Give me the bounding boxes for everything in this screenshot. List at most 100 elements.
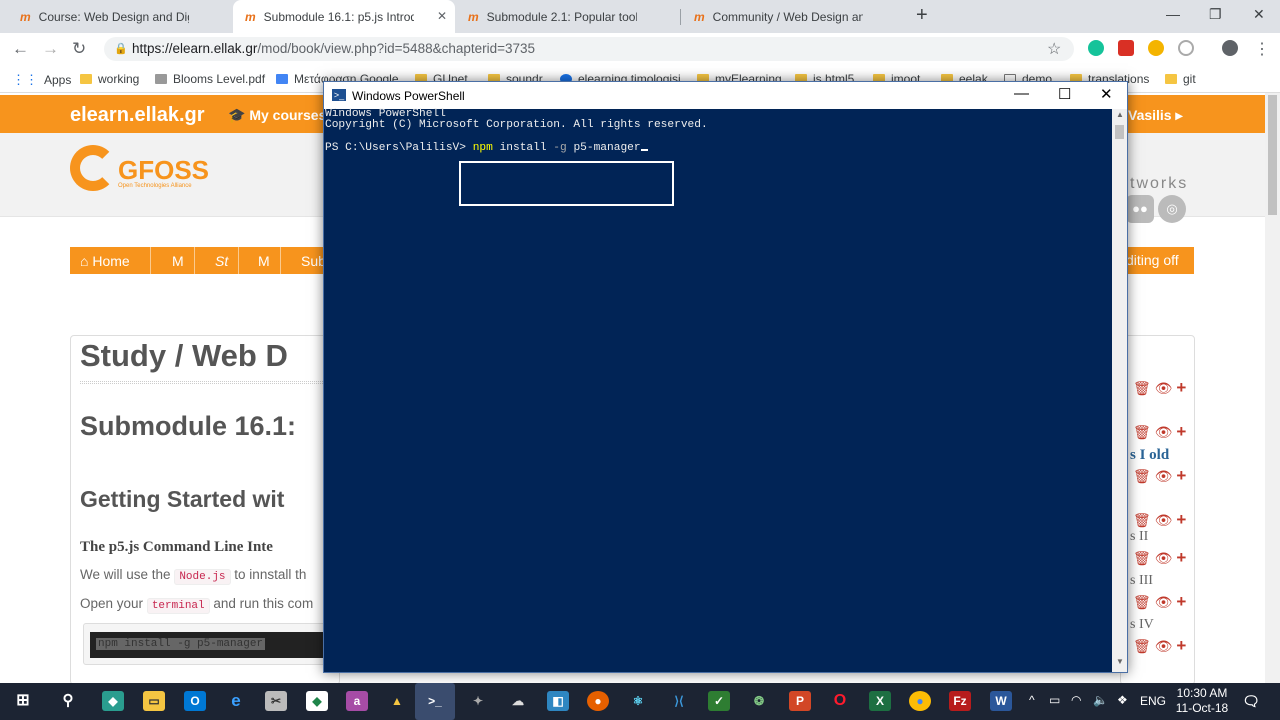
- plus-icon[interactable]: +: [1176, 592, 1186, 611]
- plus-icon[interactable]: +: [1176, 636, 1186, 655]
- snipping-tool-icon[interactable]: ✂: [265, 691, 287, 711]
- browser-tab[interactable]: m Course: Web Design and Digital C: [8, 0, 232, 33]
- cors-extension-icon[interactable]: [1118, 40, 1134, 56]
- grammarly-extension-icon[interactable]: [1088, 40, 1104, 56]
- eye-icon[interactable]: 👁: [1155, 594, 1173, 610]
- browser-tab[interactable]: m Submodule 2.1: Popular tools: No: [456, 0, 678, 33]
- app-icon[interactable]: ✦: [467, 691, 489, 711]
- language-indicator[interactable]: ENG: [1140, 694, 1166, 708]
- trash-icon[interactable]: 🗑: [1133, 468, 1151, 484]
- scrollbar-thumb[interactable]: [1268, 95, 1277, 215]
- app-icon[interactable]: ▲: [386, 691, 408, 711]
- plus-icon[interactable]: +: [1176, 510, 1186, 529]
- battery-icon[interactable]: ▭: [1049, 693, 1060, 707]
- edge-icon[interactable]: e: [225, 691, 247, 711]
- notification-icon[interactable]: 🗨: [1240, 691, 1262, 711]
- color-extension-icon[interactable]: [1148, 40, 1164, 56]
- opera-icon[interactable]: O: [829, 691, 851, 711]
- powerpoint-icon[interactable]: P: [789, 691, 811, 711]
- plus-icon[interactable]: +: [1176, 378, 1186, 397]
- powershell-title-bar[interactable]: >_ Windows PowerShell — ☐ ✕: [324, 82, 1127, 109]
- eye-icon[interactable]: 👁: [1155, 638, 1173, 654]
- minimize-icon[interactable]: —: [1014, 85, 1029, 102]
- new-tab-button[interactable]: +: [916, 4, 928, 27]
- close-tab-icon[interactable]: ✕: [437, 9, 447, 23]
- app-icon[interactable]: ❂: [748, 691, 770, 711]
- page-scrollbar[interactable]: [1265, 93, 1280, 683]
- dribbble-icon[interactable]: ◎: [1158, 195, 1186, 223]
- close-icon[interactable]: ✕: [1253, 6, 1265, 23]
- firefox-icon[interactable]: ●: [587, 691, 609, 711]
- powershell-window[interactable]: >_ Windows PowerShell — ☐ ✕ Windows Powe…: [323, 81, 1128, 673]
- dropbox-icon[interactable]: ❖: [1117, 693, 1128, 707]
- filezilla-icon[interactable]: Fz: [949, 691, 971, 711]
- trash-icon[interactable]: 🗑: [1133, 424, 1151, 440]
- chapter-link[interactable]: s I old: [1130, 447, 1169, 464]
- browser-tab-active[interactable]: m Submodule 16.1: p5.js Introductio ✕: [233, 0, 455, 33]
- trash-icon[interactable]: 🗑: [1133, 380, 1151, 396]
- gfoss-logo[interactable]: GFOSS Open Technologies Alliance: [70, 145, 209, 191]
- eye-icon[interactable]: 👁: [1155, 512, 1173, 528]
- git-app-icon[interactable]: ◆: [102, 691, 124, 711]
- outlook-icon[interactable]: O: [184, 691, 206, 711]
- selected-code-text[interactable]: npm install -g p5-manager: [96, 638, 266, 650]
- eye-icon[interactable]: 👁: [1155, 550, 1173, 566]
- trash-icon[interactable]: 🗑: [1133, 512, 1151, 528]
- maximize-icon[interactable]: ❐: [1209, 6, 1222, 23]
- breadcrumb-home[interactable]: ⌂ Home: [80, 253, 130, 269]
- back-arrow-icon[interactable]: ←: [12, 39, 29, 59]
- profile-avatar-icon[interactable]: [1222, 40, 1238, 56]
- breadcrumb-item[interactable]: St: [215, 253, 228, 269]
- scrollbar-thumb[interactable]: [1115, 125, 1124, 139]
- clock[interactable]: 10:30 AM 11-Oct-18: [1172, 686, 1232, 716]
- eye-icon[interactable]: 👁: [1155, 468, 1173, 484]
- vscode-icon[interactable]: ⟩⟨: [668, 691, 690, 711]
- flickr-icon[interactable]: ●●: [1126, 195, 1154, 223]
- terminal-output[interactable]: Windows PowerShell Copyright (C) Microso…: [324, 108, 1112, 672]
- show-hidden-icons-icon[interactable]: ^: [1029, 693, 1035, 707]
- file-explorer-icon[interactable]: ▭: [143, 691, 165, 711]
- chapter-link[interactable]: s II: [1130, 529, 1148, 545]
- bookmark-item[interactable]: Blooms Level.pdf: [155, 72, 265, 86]
- my-courses-menu[interactable]: 🎓 My courses: [228, 107, 326, 124]
- chapter-link[interactable]: s IV: [1130, 617, 1154, 633]
- trash-icon[interactable]: 🗑: [1133, 550, 1151, 566]
- electron-icon[interactable]: ⚛: [627, 691, 649, 711]
- bookmark-apps[interactable]: ⋮⋮ Apps: [12, 72, 71, 88]
- app-icon[interactable]: ☁: [507, 691, 529, 711]
- site-brand-link[interactable]: elearn.ellak.gr: [70, 104, 205, 127]
- trash-icon[interactable]: 🗑: [1133, 638, 1151, 654]
- bookmark-item[interactable]: working: [80, 72, 139, 86]
- plus-icon[interactable]: +: [1176, 466, 1186, 485]
- minimize-icon[interactable]: —: [1166, 6, 1180, 22]
- reload-icon[interactable]: ↻: [72, 39, 86, 59]
- extension-icon[interactable]: [1178, 40, 1194, 56]
- user-menu[interactable]: Vasilis ▸: [1128, 107, 1183, 124]
- app-icon[interactable]: a: [346, 691, 368, 711]
- search-icon[interactable]: ⚲: [57, 691, 79, 711]
- excel-icon[interactable]: X: [869, 691, 891, 711]
- maximize-icon[interactable]: ☐: [1058, 85, 1071, 103]
- wifi-icon[interactable]: ◠: [1071, 693, 1081, 707]
- plus-icon[interactable]: +: [1176, 422, 1186, 441]
- eye-icon[interactable]: 👁: [1155, 424, 1173, 440]
- windows-start-icon[interactable]: ⊞: [12, 691, 34, 711]
- scroll-down-icon[interactable]: ▼: [1116, 657, 1124, 666]
- trash-icon[interactable]: 🗑: [1133, 594, 1151, 610]
- plus-icon[interactable]: +: [1176, 548, 1186, 567]
- address-bar[interactable]: 🔒 https://elearn.ellak.gr/mod/book/view.…: [104, 37, 1074, 61]
- volume-icon[interactable]: 🔈: [1093, 693, 1108, 707]
- browser-tab[interactable]: m Community / Web Design and W: [682, 0, 904, 33]
- bookmark-item[interactable]: git: [1165, 72, 1196, 86]
- app-icon[interactable]: ◧: [547, 691, 569, 711]
- forward-arrow-icon[interactable]: →: [42, 39, 59, 59]
- bookmark-star-icon[interactable]: ☆: [1047, 39, 1061, 59]
- chapter-link[interactable]: s III: [1130, 573, 1153, 589]
- powershell-taskbar-icon[interactable]: >_: [415, 683, 455, 720]
- editing-toggle-button[interactable]: diting off: [1118, 247, 1194, 274]
- close-icon[interactable]: ✕: [1100, 85, 1113, 103]
- eye-icon[interactable]: 👁: [1155, 380, 1173, 396]
- breadcrumb-item[interactable]: M: [172, 253, 184, 269]
- breadcrumb-item[interactable]: M: [258, 253, 270, 269]
- app-icon[interactable]: ✓: [708, 691, 730, 711]
